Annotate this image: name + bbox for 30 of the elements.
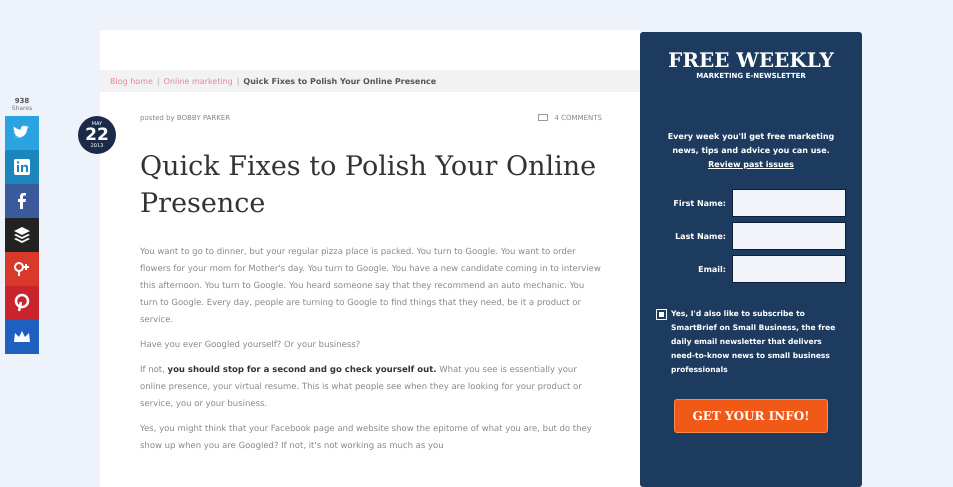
breadcrumb-link[interactable]: Blog home <box>110 76 153 86</box>
linkedin-icon <box>12 157 32 177</box>
field-label: First Name: <box>672 198 726 208</box>
field-label: Last Name: <box>674 232 726 240</box>
breadcrumb-separator: | <box>236 76 240 86</box>
input-field[interactable] <box>732 255 846 283</box>
paragraph: Have you ever Googled yourself? Or your business? <box>140 339 362 352</box>
past-issues-link[interactable]: Review past issues <box>708 160 794 169</box>
share-button[interactable] <box>5 218 39 252</box>
date-day: 22 <box>85 126 109 144</box>
layers-icon <box>12 225 32 245</box>
newsletter-intro: Every week you'll get free marketing news, tips and advice you can use. <box>666 131 836 157</box>
submit-button[interactable]: GET YOUR INFO! <box>674 399 828 433</box>
paragraph: If not, you should stop for a second and go check yourself out. What you see is essentially your online presence, your virtual resume. This is what people see when they are looking for your product or service, you or your business. <box>140 364 583 411</box>
input-field[interactable] <box>732 222 846 250</box>
input-field[interactable] <box>732 189 846 217</box>
breadcrumb-link[interactable]: Online marketing <box>164 76 233 86</box>
pinterest-icon <box>12 293 32 313</box>
paragraph: You want to go to dinner, but your regular pizza place is packed. You turn to Google. You want to order flowers for your mom for Mother's day. You turn to Google. You have a new candidate coming in to interview this afternoon. You turn to Google. You heard someone say that they recommend an auto mechanic. You turn to Google. Every day, people are turning to Google to find things that they need, be it a product or service. <box>140 246 602 327</box>
post-title: Quick Fixes to Polish Your Online Presence <box>140 150 598 221</box>
field-label: Email: <box>697 264 726 274</box>
google-plus-icon <box>12 259 32 279</box>
newsletter-title: FREE WEEKLY <box>668 48 834 72</box>
checkbox[interactable] <box>656 309 667 320</box>
breadcrumb-current: Quick Fixes to Polish Your Online Presence <box>243 76 436 86</box>
share-button[interactable] <box>5 184 39 218</box>
share-button[interactable] <box>5 320 39 354</box>
comment-icon <box>538 114 548 122</box>
breadcrumb-separator: | <box>156 76 160 86</box>
paragraph: Yes, you might think that your Facebook page and website show the epitome of what you are, but do they show up when you are Googled? If not, it's not working as much as you <box>140 423 593 453</box>
